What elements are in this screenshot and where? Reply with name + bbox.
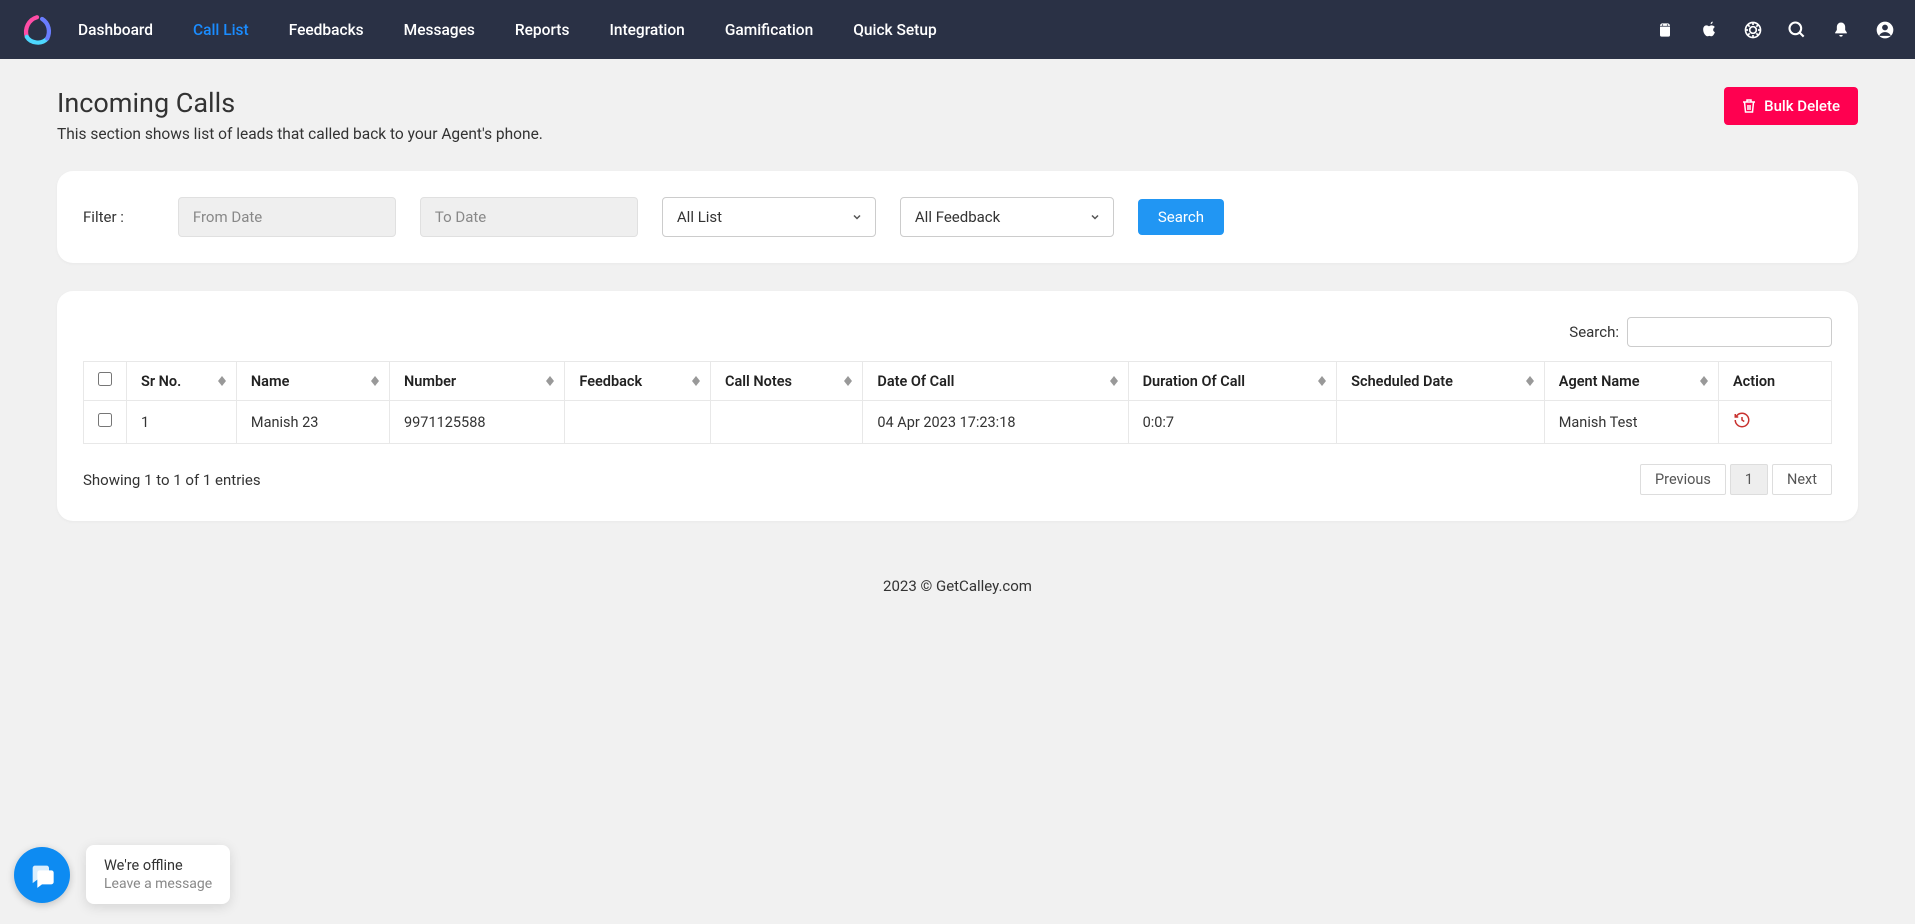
col-callnotes[interactable]: Call Notes [711,362,863,401]
cell-name: Manish 23 [236,401,389,444]
cell-action [1718,401,1831,444]
page-title: Incoming Calls [57,87,543,119]
table-search-input[interactable] [1627,317,1832,347]
col-duration[interactable]: Duration Of Call [1128,362,1337,401]
table-row: 1 Manish 23 9971125588 04 Apr 2023 17:23… [84,401,1832,444]
table-card: Search: Sr No. Name Number Feedback Call… [57,291,1858,521]
nav-integration[interactable]: Integration [609,21,684,39]
list-select[interactable]: All List [662,197,876,237]
col-action: Action [1718,362,1831,401]
select-all-checkbox[interactable] [98,372,112,386]
col-dateofcall[interactable]: Date Of Call [863,362,1128,401]
nav-gamification[interactable]: Gamification [725,21,813,39]
feedback-select[interactable]: All Feedback [900,197,1114,237]
chat-title: We're offline [104,857,212,874]
search-button[interactable]: Search [1138,199,1224,235]
chat-icon [28,861,56,889]
col-srno[interactable]: Sr No. [127,362,237,401]
logo-icon [20,13,54,47]
chat-subtitle: Leave a message [104,876,212,892]
apple-icon[interactable] [1699,20,1719,40]
col-agent[interactable]: Agent Name [1544,362,1718,401]
pagination: Previous 1 Next [1640,464,1832,495]
next-button[interactable]: Next [1772,464,1832,495]
nav-reports[interactable]: Reports [515,21,570,39]
page-1-button[interactable]: 1 [1730,464,1768,495]
top-navigation: Dashboard Call List Feedbacks Messages R… [0,0,1915,59]
page-subtitle: This section shows list of leads that ca… [57,125,543,143]
row-checkbox[interactable] [98,413,112,427]
chat-bubble-button[interactable] [14,847,70,903]
col-feedback[interactable]: Feedback [565,362,711,401]
bulk-delete-label: Bulk Delete [1764,97,1840,115]
entries-info: Showing 1 to 1 of 1 entries [83,471,261,489]
nav-icons [1655,20,1895,40]
nav-call-list[interactable]: Call List [193,21,249,39]
history-icon[interactable] [1733,411,1751,429]
to-date-input[interactable] [420,197,638,237]
cell-number: 9971125588 [390,401,565,444]
filter-card: Filter : All List All Feedback Search [57,171,1858,263]
page-header: Incoming Calls This section shows list o… [0,59,1915,143]
from-date-input[interactable] [178,197,396,237]
col-scheduled[interactable]: Scheduled Date [1337,362,1545,401]
android-icon[interactable] [1655,20,1675,40]
filter-label: Filter : [83,208,124,226]
calls-table: Sr No. Name Number Feedback Call Notes D… [83,361,1832,444]
chat-popup[interactable]: We're offline Leave a message [86,845,230,904]
prev-button[interactable]: Previous [1640,464,1726,495]
cell-srno: 1 [127,401,237,444]
nav-dashboard[interactable]: Dashboard [78,21,153,39]
cell-feedback [565,401,711,444]
help-icon[interactable] [1743,20,1763,40]
cell-scheduled [1337,401,1545,444]
chat-widget: We're offline Leave a message [14,845,230,904]
bell-icon[interactable] [1831,20,1851,40]
nav-quick-setup[interactable]: Quick Setup [853,21,936,39]
cell-duration: 0:0:7 [1128,401,1337,444]
logo[interactable] [20,13,54,47]
col-name[interactable]: Name [236,362,389,401]
footer: 2023 © GetCalley.com [0,549,1915,623]
cell-agent: Manish Test [1544,401,1718,444]
trash-icon [1742,98,1756,114]
nav-feedbacks[interactable]: Feedbacks [289,21,364,39]
user-icon[interactable] [1875,20,1895,40]
search-icon[interactable] [1787,20,1807,40]
bulk-delete-button[interactable]: Bulk Delete [1724,87,1858,125]
col-number[interactable]: Number [390,362,565,401]
nav-messages[interactable]: Messages [404,21,475,39]
table-search-label: Search: [1569,323,1619,341]
cell-dateofcall: 04 Apr 2023 17:23:18 [863,401,1128,444]
nav-links: Dashboard Call List Feedbacks Messages R… [78,21,1655,39]
cell-callnotes [711,401,863,444]
